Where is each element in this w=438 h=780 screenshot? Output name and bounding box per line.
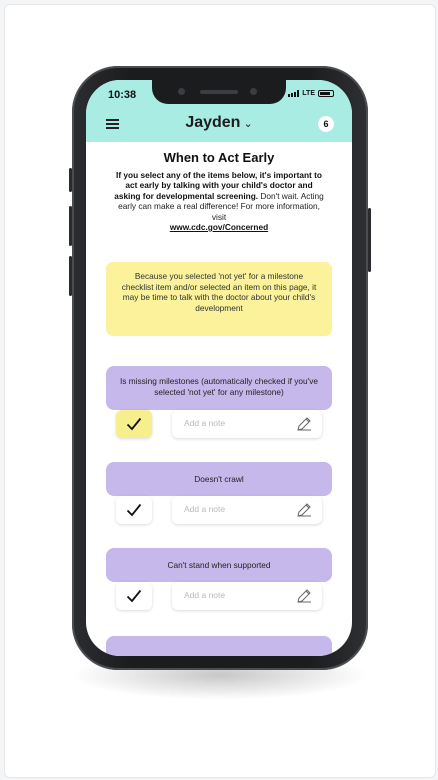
pencil-icon[interactable]	[296, 416, 312, 432]
phone-notch	[152, 80, 286, 104]
concern-item: Doesn't crawl	[106, 462, 332, 496]
checkmark-icon	[126, 589, 142, 603]
next-concern-item	[106, 636, 332, 656]
note-input[interactable]	[182, 503, 286, 515]
pencil-icon[interactable]	[296, 588, 312, 604]
alert-text: Because you selected 'not yet' for a mil…	[121, 271, 317, 313]
alert-box: Because you selected 'not yet' for a mil…	[106, 262, 332, 336]
status-time: 10:38	[108, 89, 137, 101]
note-field[interactable]	[172, 582, 322, 610]
chevron-down-icon: ⌄	[243, 118, 253, 130]
phone-side-button	[69, 206, 72, 246]
concern-item-label: Doesn't crawl	[194, 474, 244, 484]
cdc-link[interactable]: www.cdc.gov/Concerned	[170, 222, 268, 232]
notification-badge[interactable]: 6	[318, 116, 334, 132]
speaker-grille	[200, 90, 238, 94]
phone-side-button	[69, 256, 72, 296]
note-field[interactable]	[172, 410, 322, 438]
concern-item: Can't stand when supported	[106, 548, 332, 582]
child-selector[interactable]: Jayden ⌄	[86, 114, 352, 132]
note-input[interactable]	[182, 589, 286, 601]
concern-item-label: Is missing milestones (automatically che…	[119, 376, 319, 397]
intro-text: If you select any of the items below, it…	[112, 170, 326, 232]
sensor-dot	[250, 88, 257, 95]
note-field[interactable]	[172, 496, 322, 524]
child-name: Jayden	[185, 114, 241, 131]
concern-checkbox[interactable]	[116, 582, 152, 610]
battery-icon	[318, 90, 334, 97]
checkmark-icon	[126, 417, 142, 431]
concern-item: Is missing milestones (automatically che…	[106, 366, 332, 410]
signal-icon	[288, 90, 300, 97]
page-title: When to Act Early	[163, 150, 275, 165]
concern-item-label: Can't stand when supported	[167, 560, 271, 570]
phone-power-button	[368, 208, 371, 272]
status-icons: LTE	[288, 90, 334, 97]
concern-checkbox[interactable]	[116, 410, 152, 438]
note-input[interactable]	[182, 417, 286, 429]
pencil-icon[interactable]	[296, 502, 312, 518]
network-label: LTE	[302, 90, 315, 97]
checkmark-icon	[126, 503, 142, 517]
phone-screen: 10:38 LTE Jayden ⌄ 6 When to Act Early If…	[86, 80, 352, 656]
concern-checkbox[interactable]	[116, 496, 152, 524]
phone-side-button	[69, 168, 72, 192]
camera-dot	[178, 88, 185, 95]
